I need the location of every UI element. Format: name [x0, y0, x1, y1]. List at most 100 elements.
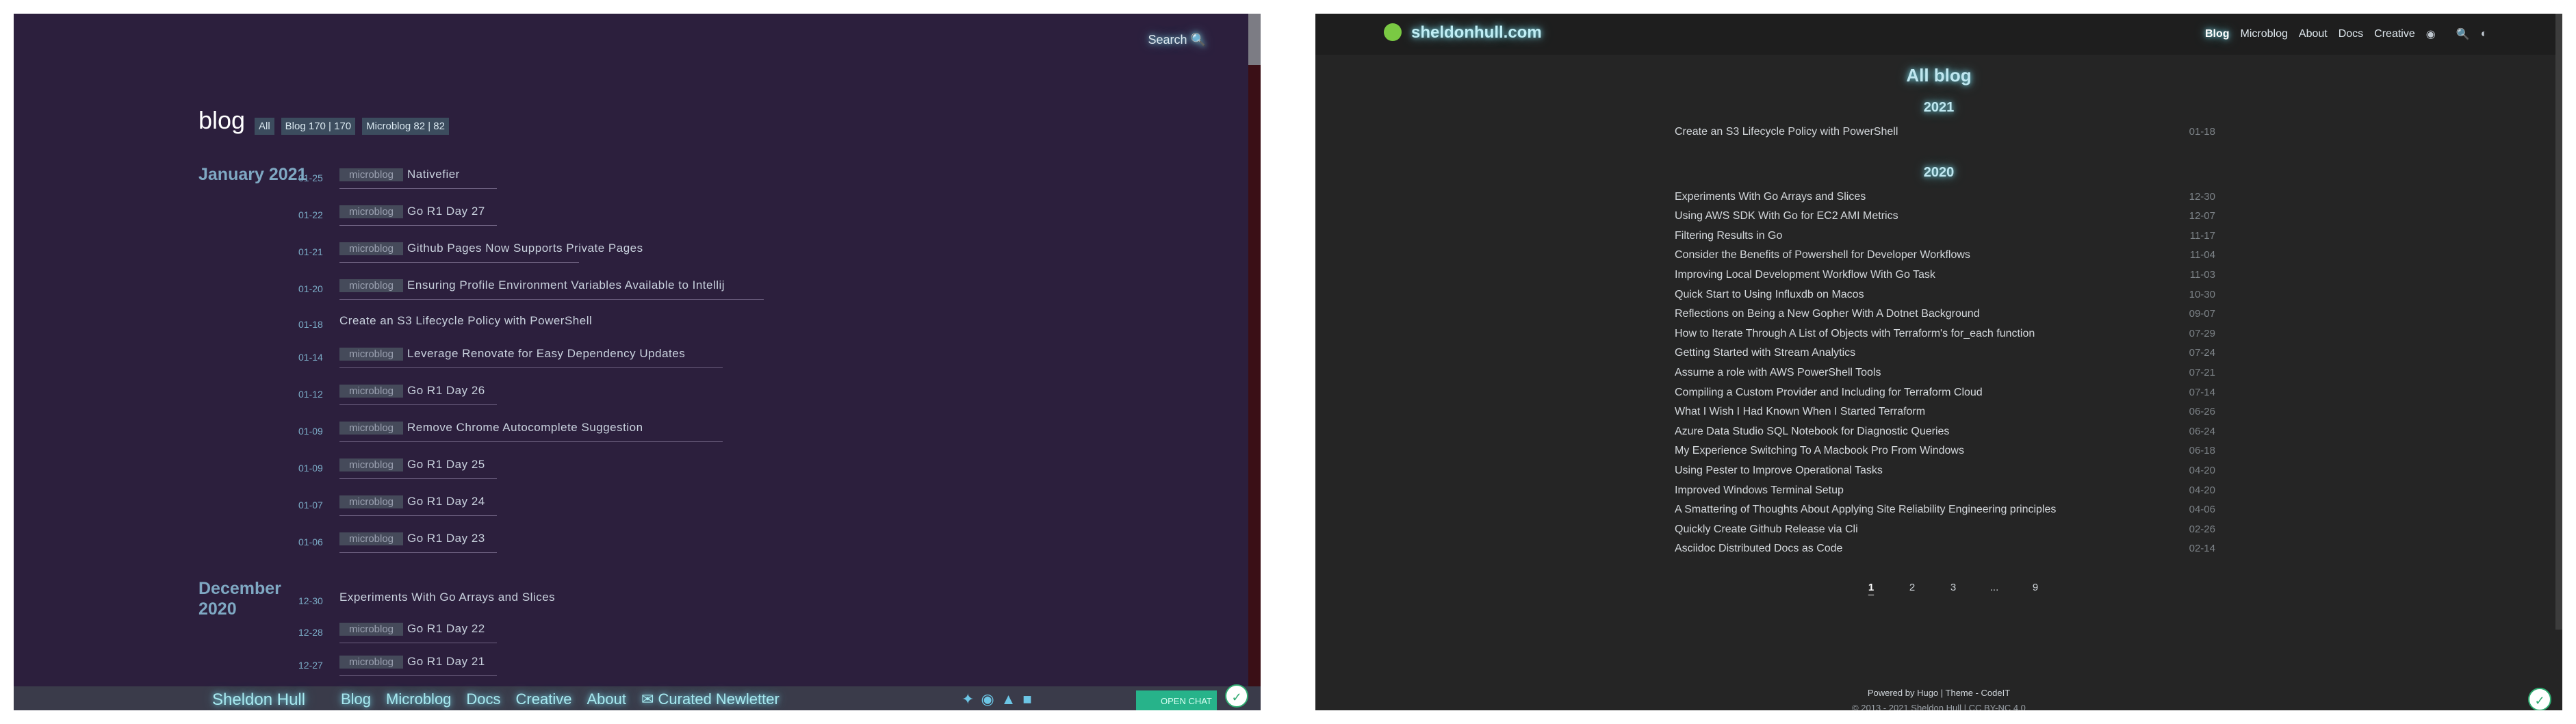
microblog-tag[interactable]: microblog — [339, 495, 404, 508]
github-icon[interactable]: ◉ — [981, 690, 994, 708]
blog-entry[interactable]: 01-09 microblog Go R1 Day 25 — [298, 453, 497, 479]
post-title[interactable]: Assume a role with AWS PowerShell Tools — [1675, 367, 1881, 385]
post-title[interactable]: Consider the Benefits of Powershell for … — [1675, 249, 1970, 267]
entry-title[interactable]: Leverage Renovate for Easy Dependency Up… — [407, 347, 685, 361]
archive-row[interactable]: Experiments With Go Arrays and Slices 12-… — [1675, 191, 2215, 209]
blog-entry[interactable]: 12-27 microblog Go R1 Day 21 — [298, 650, 497, 676]
post-title[interactable]: My Experience Switching To A Macbook Pro… — [1675, 445, 1964, 463]
post-title[interactable]: A Smattering of Thoughts About Applying … — [1675, 504, 2056, 521]
post-title[interactable]: Improved Windows Terminal Setup — [1675, 484, 1844, 502]
dev-icon[interactable]: ▲ — [1001, 690, 1016, 708]
footer-nav-about[interactable]: About — [587, 690, 626, 708]
page-link[interactable]: 2 — [1892, 582, 1933, 593]
microblog-tag[interactable]: microblog — [339, 532, 404, 545]
archive-row[interactable]: Improving Local Development Workflow Wit… — [1675, 269, 2215, 287]
archive-row[interactable]: Consider the Benefits of Powershell for … — [1675, 249, 2215, 267]
archive-row[interactable]: My Experience Switching To A Macbook Pro… — [1675, 445, 2215, 463]
archive-row[interactable]: What I Wish I Had Known When I Started T… — [1675, 406, 2215, 424]
entry-title[interactable]: Create an S3 Lifecycle Policy with Power… — [339, 314, 592, 328]
archive-row[interactable]: Create an S3 Lifecycle Policy with Power… — [1675, 126, 2215, 144]
post-title[interactable]: Experiments With Go Arrays and Slices — [1675, 191, 1866, 209]
entry-title[interactable]: Github Pages Now Supports Private Pages — [407, 242, 643, 255]
archive-row[interactable]: How to Iterate Through A List of Objects… — [1675, 328, 2215, 346]
entry-title[interactable]: Nativefier — [407, 168, 460, 181]
post-title[interactable]: Compiling a Custom Provider and Includin… — [1675, 387, 1983, 404]
microblog-tag[interactable]: microblog — [339, 279, 404, 292]
footer-nav-docs[interactable]: Docs — [466, 690, 500, 708]
post-title[interactable]: How to Iterate Through A List of Objects… — [1675, 328, 2035, 346]
linkedin-icon[interactable]: ■ — [1022, 690, 1031, 708]
entry-title[interactable]: Go R1 Day 26 — [407, 384, 485, 398]
footer-brand[interactable]: Sheldon Hull — [212, 690, 305, 710]
blog-entry[interactable]: 01-21 microblog Github Pages Now Supports … — [298, 237, 643, 263]
entry-title[interactable]: Go R1 Day 21 — [407, 655, 485, 669]
archive-row[interactable]: Using Pester to Improve Operational Task… — [1675, 465, 2215, 482]
archive-row[interactable]: Azure Data Studio SQL Notebook for Diagn… — [1675, 426, 2215, 443]
archive-row[interactable]: Using AWS SDK With Go for EC2 AMI Metric… — [1675, 210, 2215, 228]
archive-row[interactable]: Quick Start to Using Influxdb on Macos 10… — [1675, 289, 2215, 307]
blog-entry[interactable]: 01-07 microblog Go R1 Day 24 — [298, 490, 497, 516]
entry-title[interactable]: Experiments With Go Arrays and Slices — [339, 591, 555, 604]
entry-title[interactable]: Go R1 Day 23 — [407, 532, 485, 545]
blog-entry[interactable]: 01-14 microblog Leverage Renovate for Easy… — [298, 342, 723, 368]
post-title[interactable]: Azure Data Studio SQL Notebook for Diagn… — [1675, 426, 1949, 443]
footer-nav-microblog[interactable]: Microblog — [386, 690, 451, 708]
post-title[interactable]: Asciidoc Distributed Docs as Code — [1675, 543, 1842, 560]
blog-entry[interactable]: 01-25 microblog Nativefier — [298, 163, 497, 189]
twitter-icon[interactable]: ✦ — [962, 690, 974, 708]
nav-about[interactable]: About — [2299, 28, 2328, 40]
search-button[interactable]: Search 🔍 — [1148, 33, 1206, 47]
search-icon[interactable]: 🔍 — [2456, 27, 2470, 41]
archive-row[interactable]: Reflections on Being a New Gopher With A… — [1675, 308, 2215, 326]
open-chat-button[interactable]: OPEN CHAT — [1136, 690, 1217, 710]
entry-title[interactable]: Go R1 Day 25 — [407, 458, 485, 471]
archive-row[interactable]: Assume a role with AWS PowerShell Tools 0… — [1675, 367, 2215, 385]
post-title[interactable]: Filtering Results in Go — [1675, 230, 1782, 248]
filter-blog[interactable]: Blog 170 | 170 — [281, 118, 356, 135]
footer-nav-blog[interactable]: Blog — [341, 690, 371, 708]
archive-row[interactable]: A Smattering of Thoughts About Applying … — [1675, 504, 2215, 521]
entry-title[interactable]: Ensuring Profile Environment Variables A… — [407, 279, 725, 292]
nav-docs[interactable]: Docs — [2339, 28, 2363, 40]
entry-title[interactable]: Go R1 Day 27 — [407, 205, 485, 218]
page-link[interactable]: 1 — [1851, 582, 1892, 593]
microblog-tag[interactable]: microblog — [339, 384, 404, 398]
filter-all[interactable]: All — [255, 118, 274, 135]
scroll-thumb[interactable] — [1248, 14, 1261, 65]
page-link[interactable]: 9 — [2015, 582, 2056, 593]
microblog-tag[interactable]: microblog — [339, 168, 404, 181]
microblog-tag[interactable]: microblog — [339, 421, 404, 435]
site-logo[interactable] — [1384, 23, 1402, 41]
microblog-tag[interactable]: microblog — [339, 205, 404, 218]
post-title[interactable]: Using Pester to Improve Operational Task… — [1675, 465, 1883, 482]
post-title[interactable]: What I Wish I Had Known When I Started T… — [1675, 406, 1925, 424]
blog-entry[interactable]: 01-06 microblog Go R1 Day 23 — [298, 527, 497, 553]
post-title[interactable]: Quickly Create Github Release via Cli — [1675, 523, 1858, 541]
blog-entry[interactable]: 12-30 Experiments With Go Arrays and Slic… — [298, 586, 555, 609]
microblog-tag[interactable]: microblog — [339, 655, 404, 669]
post-title[interactable]: Improving Local Development Workflow Wit… — [1675, 269, 1935, 287]
post-title[interactable]: Quick Start to Using Influxdb on Macos — [1675, 289, 1864, 307]
microblog-tag[interactable]: microblog — [339, 622, 404, 636]
filter-microblog[interactable]: Microblog 82 | 82 — [362, 118, 449, 135]
archive-row[interactable]: Improved Windows Terminal Setup 04-20 — [1675, 484, 2215, 502]
microblog-tag[interactable]: microblog — [339, 242, 404, 255]
nav-creative[interactable]: Creative — [2374, 28, 2415, 40]
footer-nav-creative[interactable]: Creative — [516, 690, 572, 708]
post-title[interactable]: Getting Started with Stream Analytics — [1675, 347, 1855, 365]
archive-row[interactable]: Asciidoc Distributed Docs as Code 02-14 — [1675, 543, 2215, 560]
blog-entry[interactable]: 01-09 microblog Remove Chrome Autocomplete… — [298, 416, 723, 442]
blog-entry[interactable]: 01-20 microblog Ensuring Profile Environme… — [298, 274, 764, 300]
entry-title[interactable]: Remove Chrome Autocomplete Suggestion — [407, 421, 643, 435]
post-title[interactable]: Create an S3 Lifecycle Policy with Power… — [1675, 126, 1898, 144]
theme-toggle-icon[interactable]: ◐ — [2481, 28, 2488, 40]
blog-entry[interactable]: 12-28 microblog Go R1 Day 22 — [298, 617, 497, 643]
post-title[interactable]: Reflections on Being a New Gopher With A… — [1675, 308, 1980, 326]
microblog-tag[interactable]: microblog — [339, 458, 404, 471]
archive-row[interactable]: Filtering Results in Go 11-17 — [1675, 230, 2215, 248]
archive-row[interactable]: Compiling a Custom Provider and Includin… — [1675, 387, 2215, 404]
archive-row[interactable]: Quickly Create Github Release via Cli 02-… — [1675, 523, 2215, 541]
post-title[interactable]: Using AWS SDK With Go for EC2 AMI Metric… — [1675, 210, 1898, 228]
blog-entry[interactable]: 01-22 microblog Go R1 Day 27 — [298, 200, 497, 226]
shield-icon[interactable]: ✓ — [1225, 684, 1248, 708]
